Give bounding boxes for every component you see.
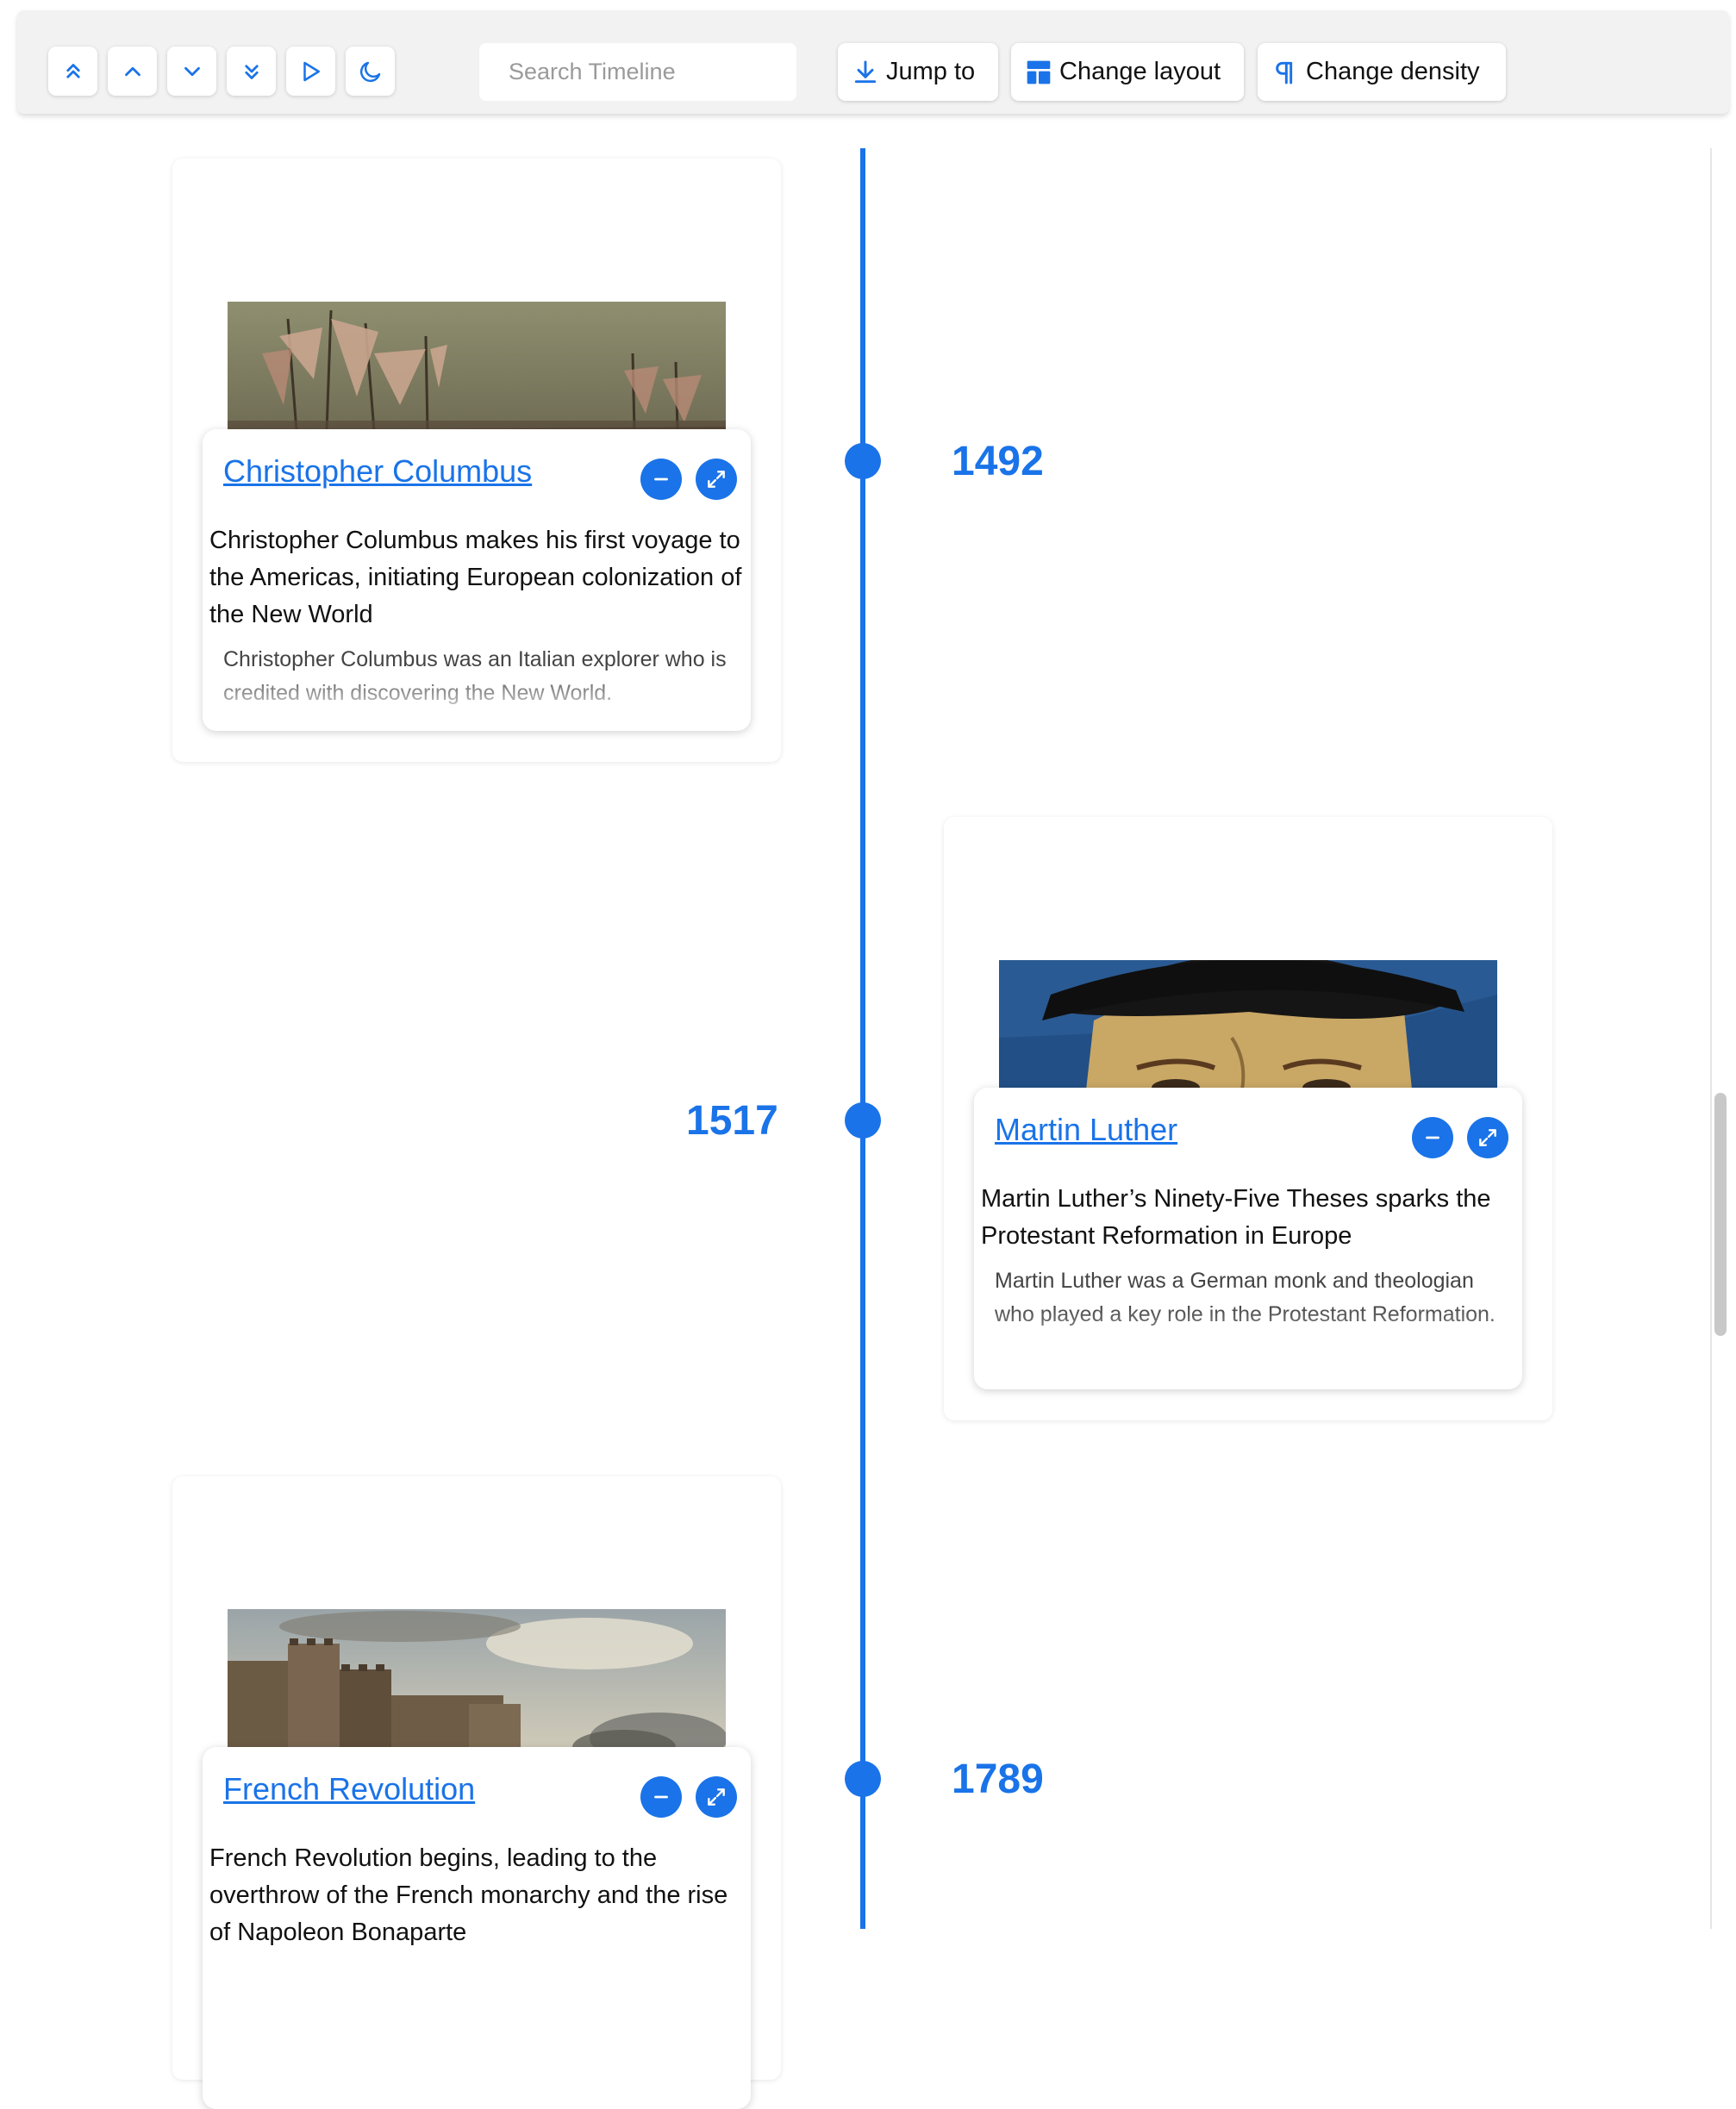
card-title-link[interactable]: Christopher Columbus xyxy=(223,453,532,490)
layout-icon xyxy=(1027,60,1051,84)
change-layout-label: Change layout xyxy=(1059,58,1221,85)
change-density-button[interactable]: Change density xyxy=(1258,43,1506,101)
portrait-painting-image xyxy=(999,960,1497,1098)
timeline-axis xyxy=(860,148,865,1929)
minus-icon xyxy=(654,1795,668,1799)
card-image-luther xyxy=(999,960,1497,1098)
paragraph-icon xyxy=(1276,61,1293,84)
card-content-columbus: Christopher Columbus Christopher Columbu… xyxy=(203,429,751,731)
card-detail-text: Martin Luther was a German monk and theo… xyxy=(995,1269,1496,1326)
moon-icon xyxy=(359,61,380,82)
timeline-point-1492[interactable] xyxy=(845,443,881,479)
expand-icon xyxy=(1479,1129,1496,1146)
timeline-card-luther: Martin Luther Martin Luther’s Ninety-Fiv… xyxy=(944,817,1552,1420)
change-density-label: Change density xyxy=(1306,58,1480,85)
ships-painting-image xyxy=(228,302,726,440)
change-layout-button[interactable]: Change layout xyxy=(1011,43,1244,101)
chevron-down-icon xyxy=(184,66,200,76)
expand-icon xyxy=(708,1788,725,1806)
card-title-link[interactable]: French Revolution xyxy=(223,1771,475,1807)
timeline-point-1789[interactable] xyxy=(845,1761,881,1797)
card-subtitle: Martin Luther’s Ninety-Five Theses spark… xyxy=(981,1185,1491,1250)
chevrons-up-icon xyxy=(66,63,80,78)
card-subtitle: Christopher Columbus makes his first voy… xyxy=(209,527,742,628)
chevrons-down-icon xyxy=(244,64,259,79)
next-item-button[interactable] xyxy=(167,47,216,96)
expand-card-button[interactable] xyxy=(1467,1117,1508,1158)
timeline-toolbar: Jump to Change layout Change density xyxy=(17,10,1729,114)
bastille-painting-image xyxy=(228,1609,726,1747)
collapse-card-button[interactable] xyxy=(640,459,682,500)
play-icon xyxy=(303,61,320,81)
card-title-link[interactable]: Martin Luther xyxy=(995,1112,1177,1148)
card-detail-text: Christopher Columbus was an Italian expl… xyxy=(223,647,727,705)
chevron-up-icon xyxy=(124,66,141,76)
jump-to-label: Jump to xyxy=(886,58,976,85)
timeline-year-1517: 1517 xyxy=(686,1098,778,1144)
timeline-year-1789: 1789 xyxy=(952,1756,1044,1802)
card-subtitle: French Revolution begins, leading to the… xyxy=(209,1844,728,1946)
timeline-card-french-revolution: French Revolution French Revolution begi… xyxy=(172,1476,781,2109)
minus-icon xyxy=(654,477,668,481)
search-timeline-input[interactable] xyxy=(479,43,796,101)
timeline-year-1492: 1492 xyxy=(952,439,1044,484)
dark-mode-button[interactable] xyxy=(346,47,395,96)
card-content-luther: Martin Luther Martin Luther’s Ninety-Fiv… xyxy=(974,1088,1522,1389)
card-image-columbus xyxy=(228,302,726,440)
play-slideshow-button[interactable] xyxy=(286,47,335,96)
previous-item-button[interactable] xyxy=(108,47,157,96)
expand-icon xyxy=(708,471,725,488)
collapse-card-button[interactable] xyxy=(640,1776,682,1818)
first-item-button[interactable] xyxy=(48,47,97,96)
collapse-card-button[interactable] xyxy=(1412,1117,1453,1158)
card-content-french-revolution: French Revolution French Revolution begi… xyxy=(203,1747,751,2109)
expand-card-button[interactable] xyxy=(696,459,737,500)
timeline-point-1517[interactable] xyxy=(845,1102,881,1139)
download-icon xyxy=(854,60,877,83)
minus-icon xyxy=(1426,1136,1439,1139)
expand-card-button[interactable] xyxy=(696,1776,737,1818)
scrollbar-thumb[interactable] xyxy=(1714,1093,1727,1336)
card-image-french-revolution xyxy=(228,1609,726,1747)
scrollbar-track[interactable] xyxy=(1710,148,1712,1929)
timeline-card-columbus: Christopher Columbus Christopher Columbu… xyxy=(172,159,781,762)
last-item-button[interactable] xyxy=(227,47,276,96)
jump-to-button[interactable]: Jump to xyxy=(838,43,998,101)
